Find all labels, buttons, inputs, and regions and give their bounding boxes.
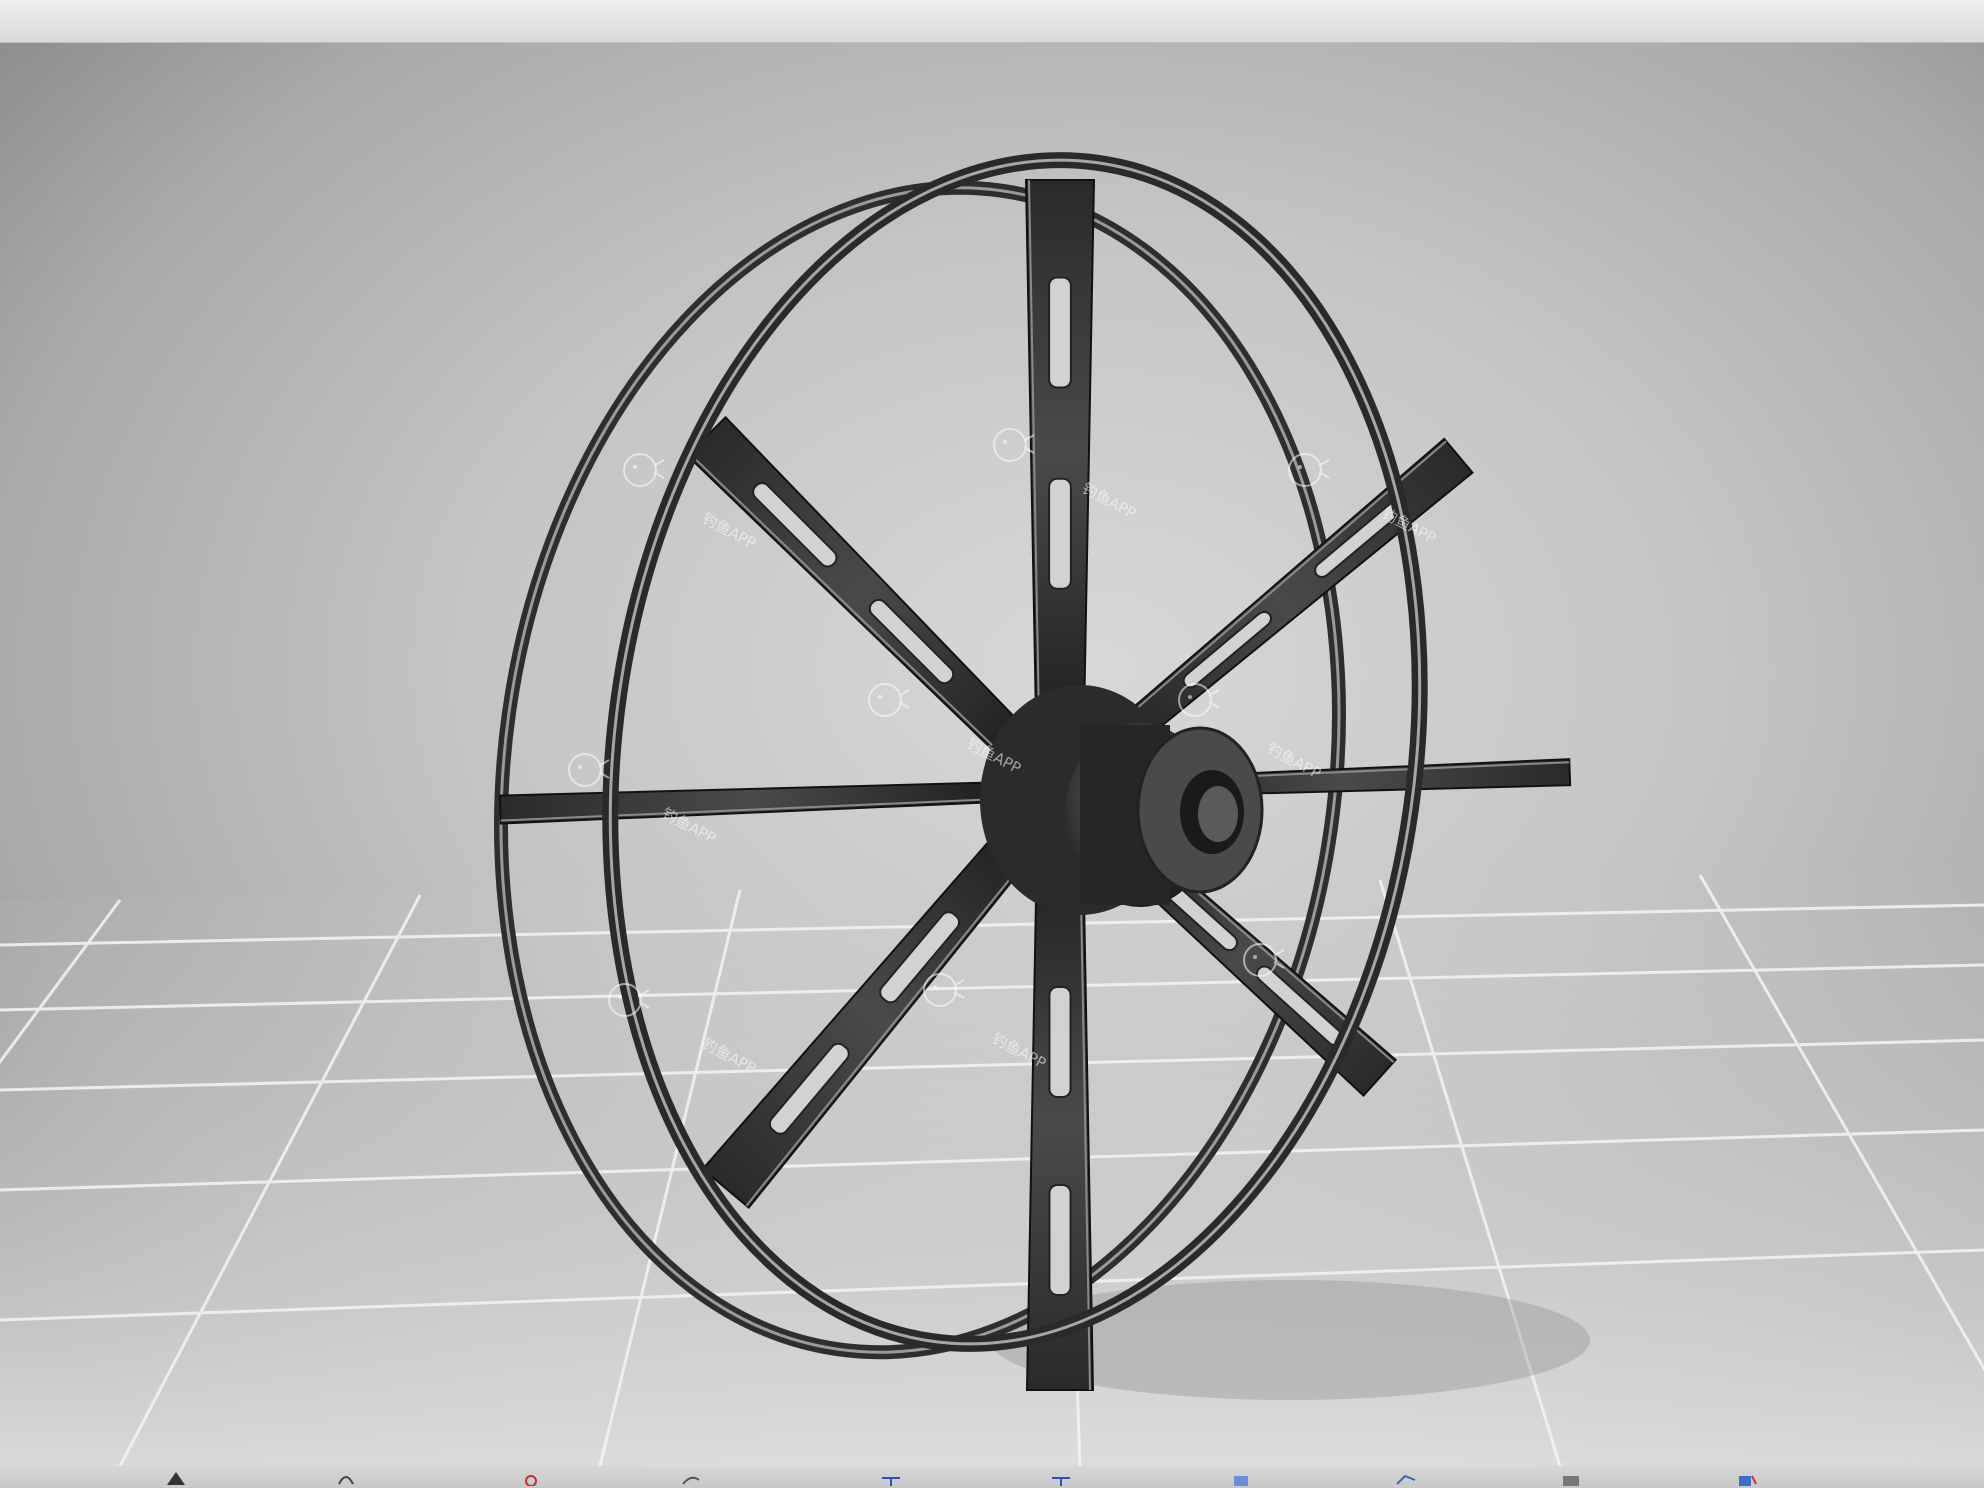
bottom-toolbar	[0, 1466, 1984, 1488]
wheel-model-scene[interactable]	[0, 0, 1984, 1488]
fish-face-icon	[568, 753, 610, 787]
spoke-slot	[1182, 610, 1272, 689]
plane-icon[interactable]	[1230, 1470, 1252, 1486]
fish-face-icon	[993, 428, 1035, 462]
curve-icon[interactable]	[680, 1470, 702, 1486]
spoke	[1024, 179, 1096, 731]
dimension-icon-2[interactable]	[1050, 1470, 1072, 1486]
spoke	[1025, 849, 1095, 1391]
spoke-slot	[1048, 276, 1072, 389]
3d-viewport[interactable]: 钓鱼APP 钓鱼APP 钓鱼APP 钓鱼APP 钓鱼APP 钓鱼APP 钓鱼AP…	[0, 0, 1984, 1488]
spoke	[685, 415, 1033, 763]
folder-icon[interactable]	[1560, 1470, 1582, 1486]
rotate-icon[interactable]	[335, 1470, 357, 1486]
spoke-slot	[1048, 1184, 1072, 1296]
spoke-slot	[1048, 477, 1072, 590]
spoke-slot	[1048, 986, 1072, 1098]
floor-grid	[0, 860, 1984, 1467]
triangle-icon[interactable]	[165, 1470, 187, 1486]
fish-face-icon	[623, 453, 665, 487]
fish-face-icon	[868, 683, 910, 717]
save-icon[interactable]	[1735, 1470, 1757, 1486]
spoke	[498, 781, 1002, 825]
dimension-icon[interactable]	[880, 1470, 902, 1486]
grid-icon[interactable]	[1395, 1470, 1417, 1486]
hub	[980, 685, 1264, 915]
sketch-icon[interactable]	[520, 1470, 542, 1486]
